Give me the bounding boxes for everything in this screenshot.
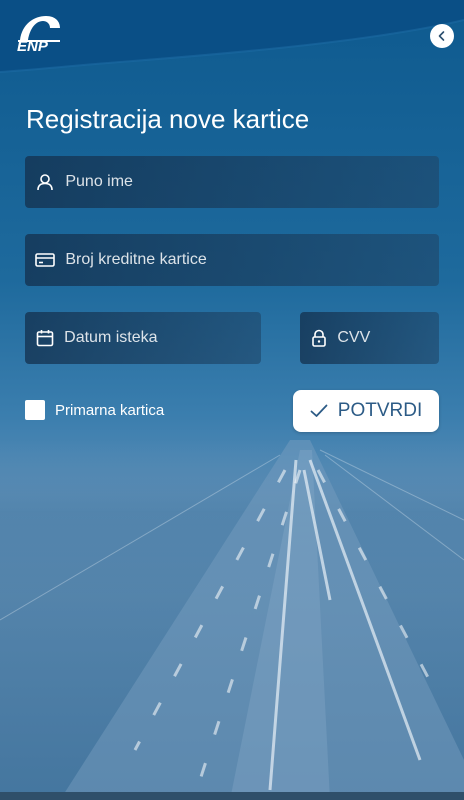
back-arrow-icon — [438, 31, 445, 41]
credit-card-icon — [35, 249, 55, 271]
primary-card-checkbox[interactable] — [25, 400, 45, 420]
cvv-input[interactable] — [337, 329, 439, 347]
expiry-date-input[interactable] — [64, 329, 261, 347]
full-name-field[interactable] — [25, 156, 439, 208]
logo-text: ENP — [17, 38, 48, 55]
header-wave — [0, 0, 464, 73]
page-title: Registracija nove kartice — [26, 104, 310, 134]
calendar-icon — [35, 327, 54, 349]
card-number-field[interactable] — [25, 234, 439, 286]
primary-card-option[interactable]: Primarna kartica — [25, 400, 164, 420]
confirm-button-label: POTVRDI — [337, 400, 423, 421]
lock-icon — [310, 327, 327, 349]
user-icon — [35, 171, 55, 193]
check-icon — [310, 404, 328, 418]
card-number-input[interactable] — [65, 251, 439, 269]
back-button[interactable] — [430, 24, 454, 48]
confirm-button[interactable]: POTVRDI — [293, 390, 439, 432]
cvv-field[interactable] — [300, 312, 439, 364]
primary-card-label: Primarna kartica — [55, 401, 165, 419]
full-name-input[interactable] — [65, 173, 439, 191]
expiry-date-field[interactable] — [25, 312, 261, 364]
